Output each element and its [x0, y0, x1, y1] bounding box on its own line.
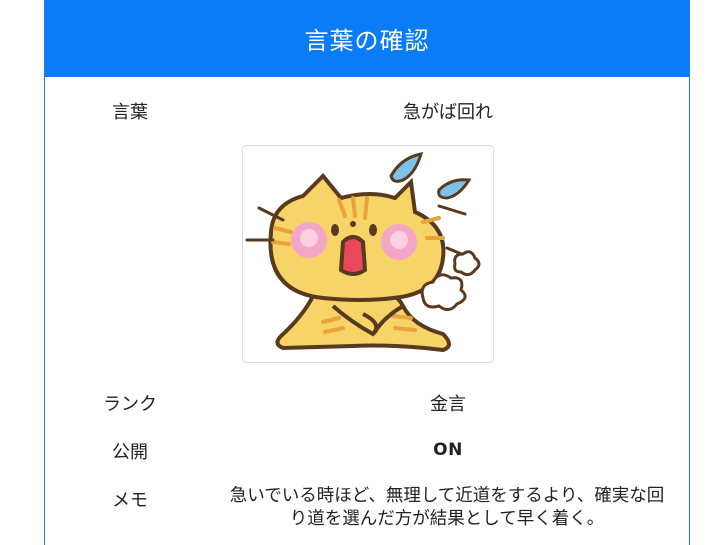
rank-value: 金言	[430, 394, 466, 415]
word-value: 急がば回れ	[403, 102, 493, 123]
public-label: 公開	[112, 442, 148, 463]
surprised-cat-icon	[245, 152, 481, 353]
page-title: 言葉の確認	[45, 0, 689, 77]
word-image	[242, 145, 494, 363]
rank-label: ランク	[103, 394, 157, 415]
memo-value: 急いでいる時ほど、無理して近道をするより、確実な回り道を選んだ方が結果として早く…	[229, 486, 665, 529]
word-confirm-card: 言葉の確認 言葉 急がば回れ ランク 金言 公開 ON メモ 急いでいる時ほど、…	[44, 0, 690, 545]
public-value: ON	[433, 440, 463, 460]
word-label: 言葉	[112, 102, 148, 123]
memo-label: メモ	[112, 490, 148, 511]
